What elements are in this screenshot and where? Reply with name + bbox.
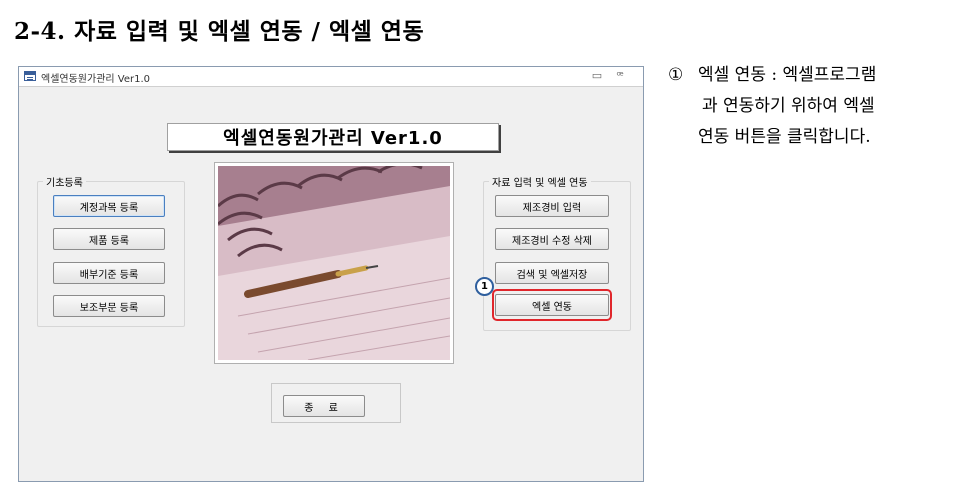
window-title: 엑셀연동원가관리 Ver1.0 <box>41 74 151 85</box>
minimize-icon[interactable]: ▭ <box>589 69 605 83</box>
description-number: ① <box>668 65 684 85</box>
maximize-icon[interactable]: ꟹ <box>612 69 628 83</box>
product-register-button[interactable]: 제품 등록 <box>53 228 165 250</box>
app-icon <box>24 71 36 81</box>
notebook-pen-photo <box>214 162 454 364</box>
app-window: 엑셀연동원가관리 Ver1.0 ▭ ꟹ 엑셀연동원가관리 Ver1.0 기초등록… <box>18 66 644 482</box>
page-heading: 2-4. 자료 입력 및 엑셀 연동 / 엑셀 연동 <box>14 18 425 45</box>
window-titlebar[interactable]: 엑셀연동원가관리 Ver1.0 ▭ ꟹ <box>19 67 643 87</box>
exit-button[interactable]: 종 료 <box>283 395 365 417</box>
account-register-button[interactable]: 계정과목 등록 <box>53 195 165 217</box>
group-label-basic: 기초등록 <box>43 174 86 189</box>
description-line: 연동 버튼을 클릭합니다. <box>698 127 871 147</box>
app-heading-box: 엑셀연동원가관리 Ver1.0 <box>167 123 499 151</box>
group-label-excel: 자료 입력 및 엑셀 연동 <box>489 174 591 189</box>
allocation-basis-register-button[interactable]: 배부기준 등록 <box>53 262 165 284</box>
manufacturing-expense-input-button[interactable]: 제조경비 입력 <box>495 195 609 217</box>
support-dept-register-button[interactable]: 보조부문 등록 <box>53 295 165 317</box>
description-line: 엑셀 연동 : 엑셀프로그램 <box>698 65 877 85</box>
search-excel-save-button[interactable]: 검색 및 엑셀저장 <box>495 262 609 284</box>
excel-link-button[interactable]: 엑셀 연동 <box>495 294 609 316</box>
description-line: 과 연동하기 위하여 엑셀 <box>702 96 875 116</box>
manufacturing-expense-edit-delete-button[interactable]: 제조경비 수정 삭제 <box>495 228 609 250</box>
app-heading: 엑셀연동원가관리 Ver1.0 <box>223 128 443 149</box>
callout-number: 1 <box>475 277 494 296</box>
